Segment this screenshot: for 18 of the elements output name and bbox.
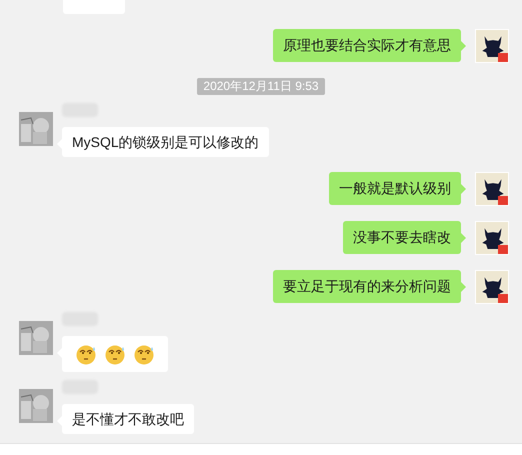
bubble-tail: [461, 282, 466, 292]
bubble-tail: [461, 233, 466, 243]
avatar[interactable]: [475, 29, 509, 63]
message-bubble: 一般就是默认级别: [329, 172, 461, 205]
message-bubble: 没事不要去瞎改: [343, 221, 461, 254]
message-bubble: 要立足于现有的来分析问题: [273, 270, 461, 303]
message-bubble: 原理也要结合实际才有意思: [273, 29, 461, 62]
avatar[interactable]: [475, 221, 509, 255]
bubble-tail: [461, 41, 466, 51]
message-bubble: MySQL的锁级别是可以修改的: [62, 127, 269, 157]
sweat-face-emoji: [104, 343, 126, 365]
bubble-tail: [461, 184, 466, 194]
timestamp: 2020年12月11日 9:53: [197, 78, 325, 95]
avatar[interactable]: [475, 172, 509, 206]
sweat-face-emoji: [75, 343, 97, 365]
message-bubble: 是不懂才不敢改吧: [62, 404, 194, 434]
sweat-face-emoji: [133, 343, 155, 365]
avatar[interactable]: [475, 270, 509, 304]
